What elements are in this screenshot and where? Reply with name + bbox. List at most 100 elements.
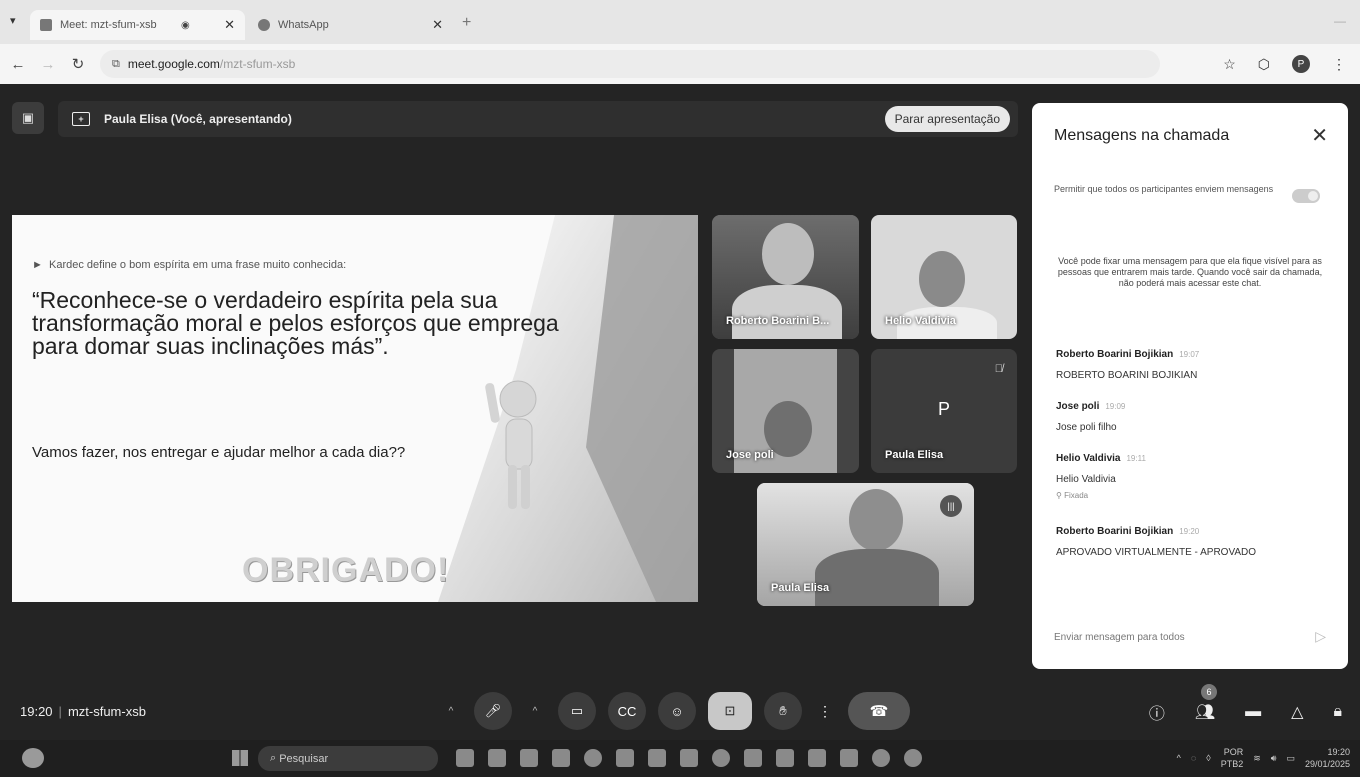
url-input[interactable]: ⧉ meet.google.com/mzt-sfum-xsb [100,50,1160,78]
teams-icon[interactable] [520,749,538,767]
participant-name: Paula Elisa [771,582,830,594]
emoji-icon[interactable]: ☺ [658,692,696,730]
chat-message: Roberto Boarini Bojikian 19:07 ROBERTO BO… [1056,344,1326,381]
minimize-icon[interactable]: — [1334,14,1346,28]
app-icon[interactable] [744,749,762,767]
tab-close-icon[interactable]: ✕ [224,17,235,33]
system-tray: ^ ◌ ◊ POR PTB2 ≋ 🔊︎ ▭ 19:20 29/01/2025 [1177,746,1350,770]
participant-tile[interactable]: Jose poli [712,349,859,473]
microphone-icon[interactable]: 🎤︎ [474,692,512,730]
chat-title: Mensagens na chamada [1054,127,1230,144]
participant-head [762,223,814,285]
browser-tab-bar: ▾ Meet: mzt-sfum-xsb ◉ ✕ WhatsApp ✕ + — [0,0,1360,44]
file-explorer-icon[interactable] [552,749,570,767]
tab-search-icon[interactable]: ▾ [10,14,16,27]
tray-app-icon[interactable]: ◌ [1191,753,1196,763]
language-indicator[interactable]: POR PTB2 [1221,746,1244,770]
meeting-details-icon[interactable]: ⓘ [1149,700,1165,724]
app-icon[interactable] [776,749,794,767]
meeting-time: 19:20 [20,704,53,719]
chat-permission-toggle[interactable] [1292,189,1320,203]
chrome-icon[interactable] [712,749,730,767]
new-tab-icon[interactable]: + [462,14,471,32]
menu-kebab-icon[interactable]: ⋮ [1332,56,1346,73]
store-icon[interactable] [616,749,634,767]
app-icon[interactable] [680,749,698,767]
recording-icon: ◉ [180,19,190,31]
send-icon[interactable]: ▷ [1315,628,1326,645]
weather-widget-icon[interactable] [22,748,44,768]
profile-avatar[interactable]: P [1292,55,1310,73]
app-icon[interactable] [808,749,826,767]
calculator-icon[interactable] [648,749,666,767]
app-icon[interactable] [904,749,922,767]
slide-bullet-text: Kardec define o bom espírita em uma fras… [49,259,347,271]
participant-tile[interactable]: Roberto Boarini B... [712,215,859,339]
participant-tile[interactable]: 🎙̸ P Paula Elisa [871,349,1017,473]
participant-tile-self[interactable]: ||| Paula Elisa [757,483,974,606]
chat-message: Jose poli 19:09 Jose poli filho [1056,396,1326,433]
chat-app-icon[interactable] [488,749,506,767]
tab-whatsapp[interactable]: WhatsApp ✕ [248,10,453,40]
battery-icon[interactable]: ▭ [1286,753,1295,764]
meeting-info: 19:20 | mzt-sfum-xsb [20,704,146,719]
stop-presenting-button[interactable]: Parar apresentação [884,106,1010,132]
windows-start-icon[interactable] [232,750,248,766]
participant-name: Jose poli [726,449,774,461]
search-icon: ⌕ [270,752,280,764]
tab-close-icon[interactable]: ✕ [432,17,443,33]
message-time: 19:20 [1179,527,1200,536]
wifi-icon[interactable]: ≋ [1253,753,1261,764]
edge-icon[interactable] [584,749,602,767]
participant-body [732,285,842,339]
mic-off-icon: 🎙̸ [994,363,1003,375]
chat-info: Você pode fixar uma mensagem para que el… [1057,256,1323,288]
slide-question: Vamos fazer, nos entregar e ajudar melho… [32,444,406,461]
message-sender: Roberto Boarini Bojikian [1056,349,1174,360]
taskbar-search-input[interactable]: ⌕ Pesquisar [258,746,438,771]
people-icon[interactable]: 👥︎ [1195,702,1215,722]
reload-icon[interactable]: ↻ [66,55,90,73]
back-icon[interactable]: ← [6,56,30,73]
call-controls: ^ 🎤︎ ^ ▭ CC ☺ ⊡ ✋︎ ⋮ ☎︎ [440,692,910,730]
pinned-label[interactable]: ⚲ Fixada [1056,491,1326,500]
end-call-icon[interactable]: ☎︎ [848,692,910,730]
forward-icon[interactable]: → [36,56,60,73]
self-view-off-icon[interactable]: ▣ [12,102,44,134]
message-time: 19:07 [1179,350,1200,359]
participant-tile[interactable]: Helio Valdivia [871,215,1017,339]
tray-app-icon[interactable]: ◊ [1206,753,1210,763]
audio-options-icon[interactable]: ^ [440,692,462,730]
tab-meet[interactable]: Meet: mzt-sfum-xsb ◉ ✕ [30,10,245,40]
message-time: 19:11 [1126,454,1146,463]
slide-bullet: ► Kardec define o bom espírita em uma fr… [32,259,346,271]
message-text: APROVADO VIRTUALMENTE - APROVADO [1056,547,1257,558]
volume-icon[interactable]: 🔊︎ [1271,753,1277,764]
taskbar-clock[interactable]: 19:20 29/01/2025 [1305,746,1350,770]
raise-hand-icon[interactable]: ✋︎ [764,692,802,730]
more-options-icon[interactable]: ⋮ [814,692,836,730]
chat-message-input[interactable]: Enviar mensagem para todos [1054,632,1185,643]
chat-icon[interactable]: ▬ [1245,703,1261,721]
host-controls-icon[interactable]: 🔒︎ [1333,703,1342,721]
language-code: POR [1223,747,1244,757]
speaking-indicator-icon: ||| [940,495,962,517]
present-screen-icon[interactable]: ⊡ [708,692,752,730]
pin-icon: ⚲ [1056,491,1065,500]
camera-icon[interactable]: ▭ [558,692,596,730]
windows-taskbar: ⌕ Pesquisar ^ ◌ ◊ POR PTB2 ≋ 🔊︎ ▭ 19:20 … [0,740,1360,777]
video-options-icon[interactable]: ^ [524,692,546,730]
chat-message: Roberto Boarini Bojikian 19:20 APROVADO V… [1056,521,1326,558]
site-info-icon[interactable]: ⧉ [112,58,120,71]
captions-icon[interactable]: CC [608,692,646,730]
app-icon[interactable] [840,749,858,767]
extensions-icon[interactable]: ⬡ [1258,56,1270,73]
task-view-icon[interactable] [456,749,474,767]
activities-icon[interactable]: △ [1291,702,1303,722]
message-time: 19:09 [1105,402,1126,411]
tray-overflow-icon[interactable]: ^ [1177,753,1181,763]
bookmark-star-icon[interactable]: ☆ [1223,56,1236,73]
app-icon[interactable] [872,749,890,767]
thinking-figure-icon [485,380,537,509]
close-chat-icon[interactable]: ✕ [1311,123,1328,148]
